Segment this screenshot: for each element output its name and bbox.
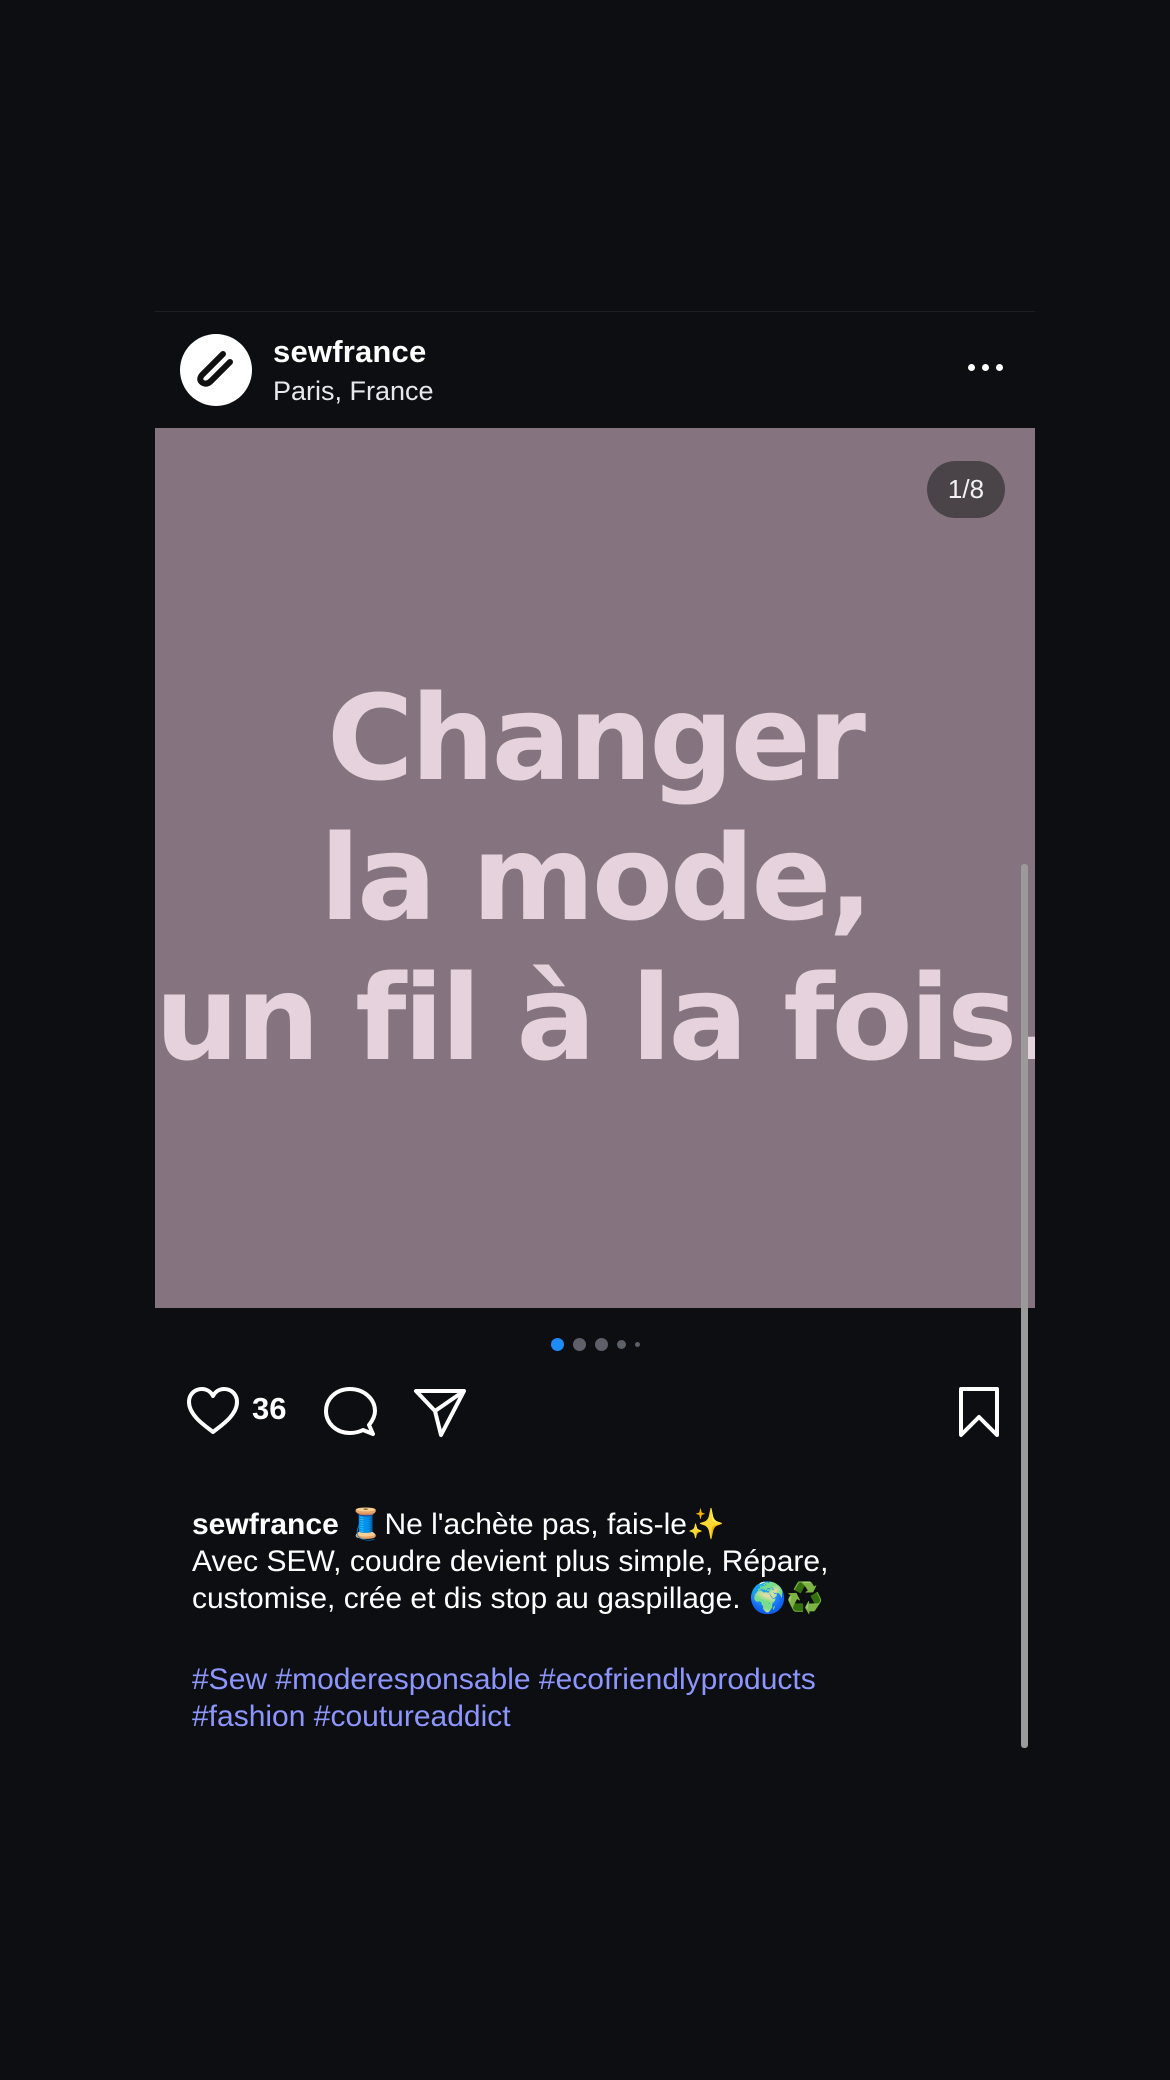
carousel-dot-active	[550, 1337, 564, 1351]
more-options-button[interactable]	[955, 352, 1015, 382]
hashtag-link[interactable]: #Sew	[192, 1663, 267, 1696]
like-button[interactable]	[185, 1385, 241, 1437]
app-screen: sewfrance Paris, France Changer la mode,…	[0, 0, 1170, 2080]
caption-line: sewfrance 🧵Ne l'achète pas, fais-le✨	[192, 1506, 992, 1543]
save-button[interactable]	[955, 1385, 1003, 1439]
hashtag-link[interactable]: #fashion	[192, 1700, 305, 1733]
carousel-dot	[616, 1339, 626, 1349]
action-bar: 36	[155, 1371, 1035, 1451]
avatar[interactable]	[180, 334, 252, 406]
carousel-dot	[594, 1337, 608, 1351]
carousel-counter: 1/8	[927, 461, 1005, 518]
caption-line: Avec SEW, coudre devient plus simple, Ré…	[192, 1545, 829, 1578]
post-media-image[interactable]: Changer la mode, un fil à la fois. 1/8	[155, 428, 1035, 1308]
hashtag-link[interactable]: #moderesponsable	[275, 1663, 530, 1696]
post-caption: sewfrance 🧵Ne l'achète pas, fais-le✨ Ave…	[192, 1506, 992, 1617]
comment-icon	[324, 1387, 377, 1436]
comment-button[interactable]	[323, 1385, 377, 1439]
caption-line: customise, crée et dis stop au gaspillag…	[192, 1582, 824, 1615]
carousel-dot	[572, 1337, 586, 1351]
hashtag-list: #Sew #moderesponsable #ecofriendlyproduc…	[192, 1661, 992, 1735]
bookmark-icon	[959, 1387, 999, 1437]
carousel-dots[interactable]	[155, 1336, 1035, 1352]
media-headline: Changer la mode, un fil à la fois.	[155, 668, 1035, 1088]
sew-logo-icon	[197, 351, 233, 387]
post-location[interactable]: Paris, France	[273, 376, 434, 407]
media-line: Changer	[327, 669, 866, 807]
hashtag-link[interactable]: #ecofriendlyproducts	[539, 1663, 816, 1696]
hashtag-link[interactable]: #coutureaddict	[314, 1700, 511, 1733]
post-username[interactable]: sewfrance	[273, 334, 426, 370]
media-line: un fil à la fois.	[155, 949, 1035, 1087]
more-horizontal-icon	[995, 363, 1003, 371]
like-count[interactable]: 36	[252, 1391, 286, 1427]
more-horizontal-icon	[967, 363, 975, 371]
share-button[interactable]	[413, 1385, 467, 1439]
caption-username[interactable]: sewfrance	[192, 1508, 339, 1541]
paper-plane-icon	[414, 1389, 466, 1437]
post-card: sewfrance Paris, France Changer la mode,…	[155, 311, 1035, 1748]
caption-text: 🧵Ne l'achète pas, fais-le✨	[338, 1508, 725, 1541]
more-horizontal-icon	[981, 363, 989, 371]
carousel-dot	[634, 1341, 640, 1347]
heart-icon	[187, 1387, 239, 1434]
post-header: sewfrance Paris, France	[155, 312, 1035, 428]
scrollbar[interactable]	[1021, 864, 1028, 1748]
media-line: la mode,	[319, 809, 874, 947]
